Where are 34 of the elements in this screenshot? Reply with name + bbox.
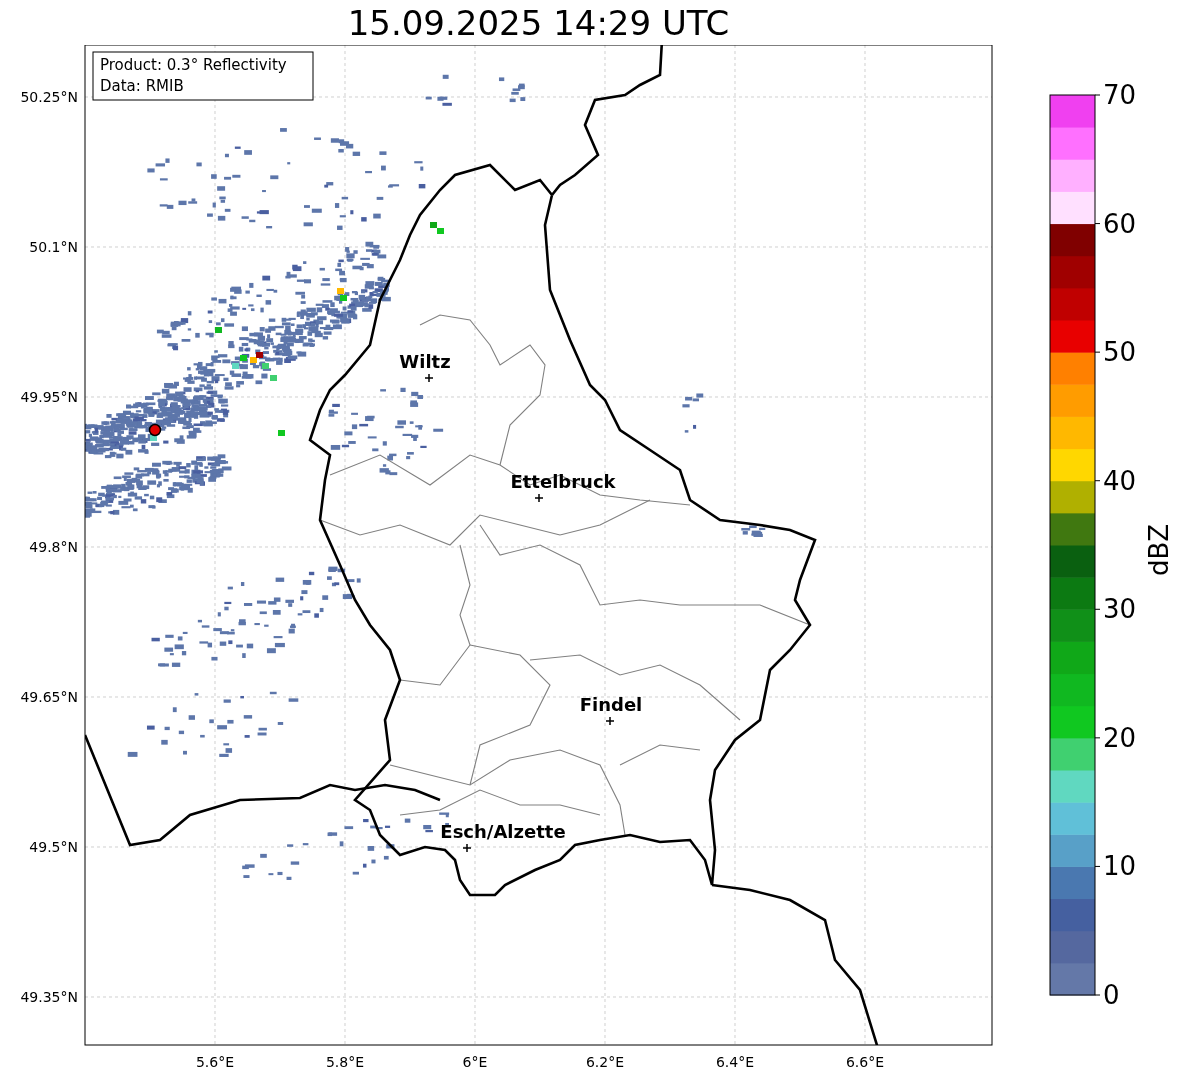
colorbar-tick-label: 60 — [1103, 208, 1137, 239]
longitude-tick-label: 5.6°E — [195, 1054, 235, 1070]
city-marker-icon — [605, 716, 615, 726]
latitude-tick-label: 49.8°N — [29, 539, 78, 555]
city-marker-icon — [424, 373, 434, 383]
city-marker-icon — [534, 493, 544, 503]
colorbar-tick-label: 0 — [1103, 980, 1120, 1010]
info-text: Data: RMIB — [100, 77, 184, 95]
colorbar-tick-label: 50 — [1103, 337, 1137, 368]
longitude-tick-label: 6°E — [462, 1054, 488, 1070]
city-label: Wiltz — [399, 351, 451, 372]
longitude-tick-label: 6.6°E — [845, 1054, 885, 1070]
chart-title: 15.09.2025 14:29 UTC — [346, 1, 731, 45]
latitude-tick-label: 50.25°N — [20, 89, 78, 105]
colorbar-tick-label: 40 — [1103, 465, 1137, 496]
colorbar-tick-label: 10 — [1103, 851, 1137, 882]
latitude-tick-label: 49.5°N — [29, 839, 78, 855]
latitude-tick-label: 49.35°N — [20, 989, 78, 1005]
longitude-tick-label: 6.4°E — [715, 1054, 755, 1070]
city-marker-icon — [462, 843, 472, 853]
city-label: Esch/Alzette — [440, 821, 566, 842]
colorbar-tick-label: 30 — [1103, 594, 1137, 625]
latitude-tick-label: 49.65°N — [20, 689, 78, 705]
info-text: Product: 0.3° Reflectivity — [100, 56, 287, 74]
colorbar-tick-label: 70 — [1103, 80, 1137, 110]
colorbar-tick-label: 20 — [1103, 722, 1137, 753]
latitude-tick-label: 49.95°N — [20, 389, 78, 405]
city-label: Findel — [579, 694, 643, 715]
longitude-tick-label: 6.2°E — [585, 1054, 625, 1070]
city-label: Ettelbruck — [510, 471, 616, 492]
colorbar-label: dBZ — [1144, 523, 1174, 577]
longitude-tick-label: 5.8°E — [325, 1054, 365, 1070]
latitude-tick-label: 50.1°N — [29, 239, 78, 255]
radar-site-icon — [148, 423, 162, 437]
